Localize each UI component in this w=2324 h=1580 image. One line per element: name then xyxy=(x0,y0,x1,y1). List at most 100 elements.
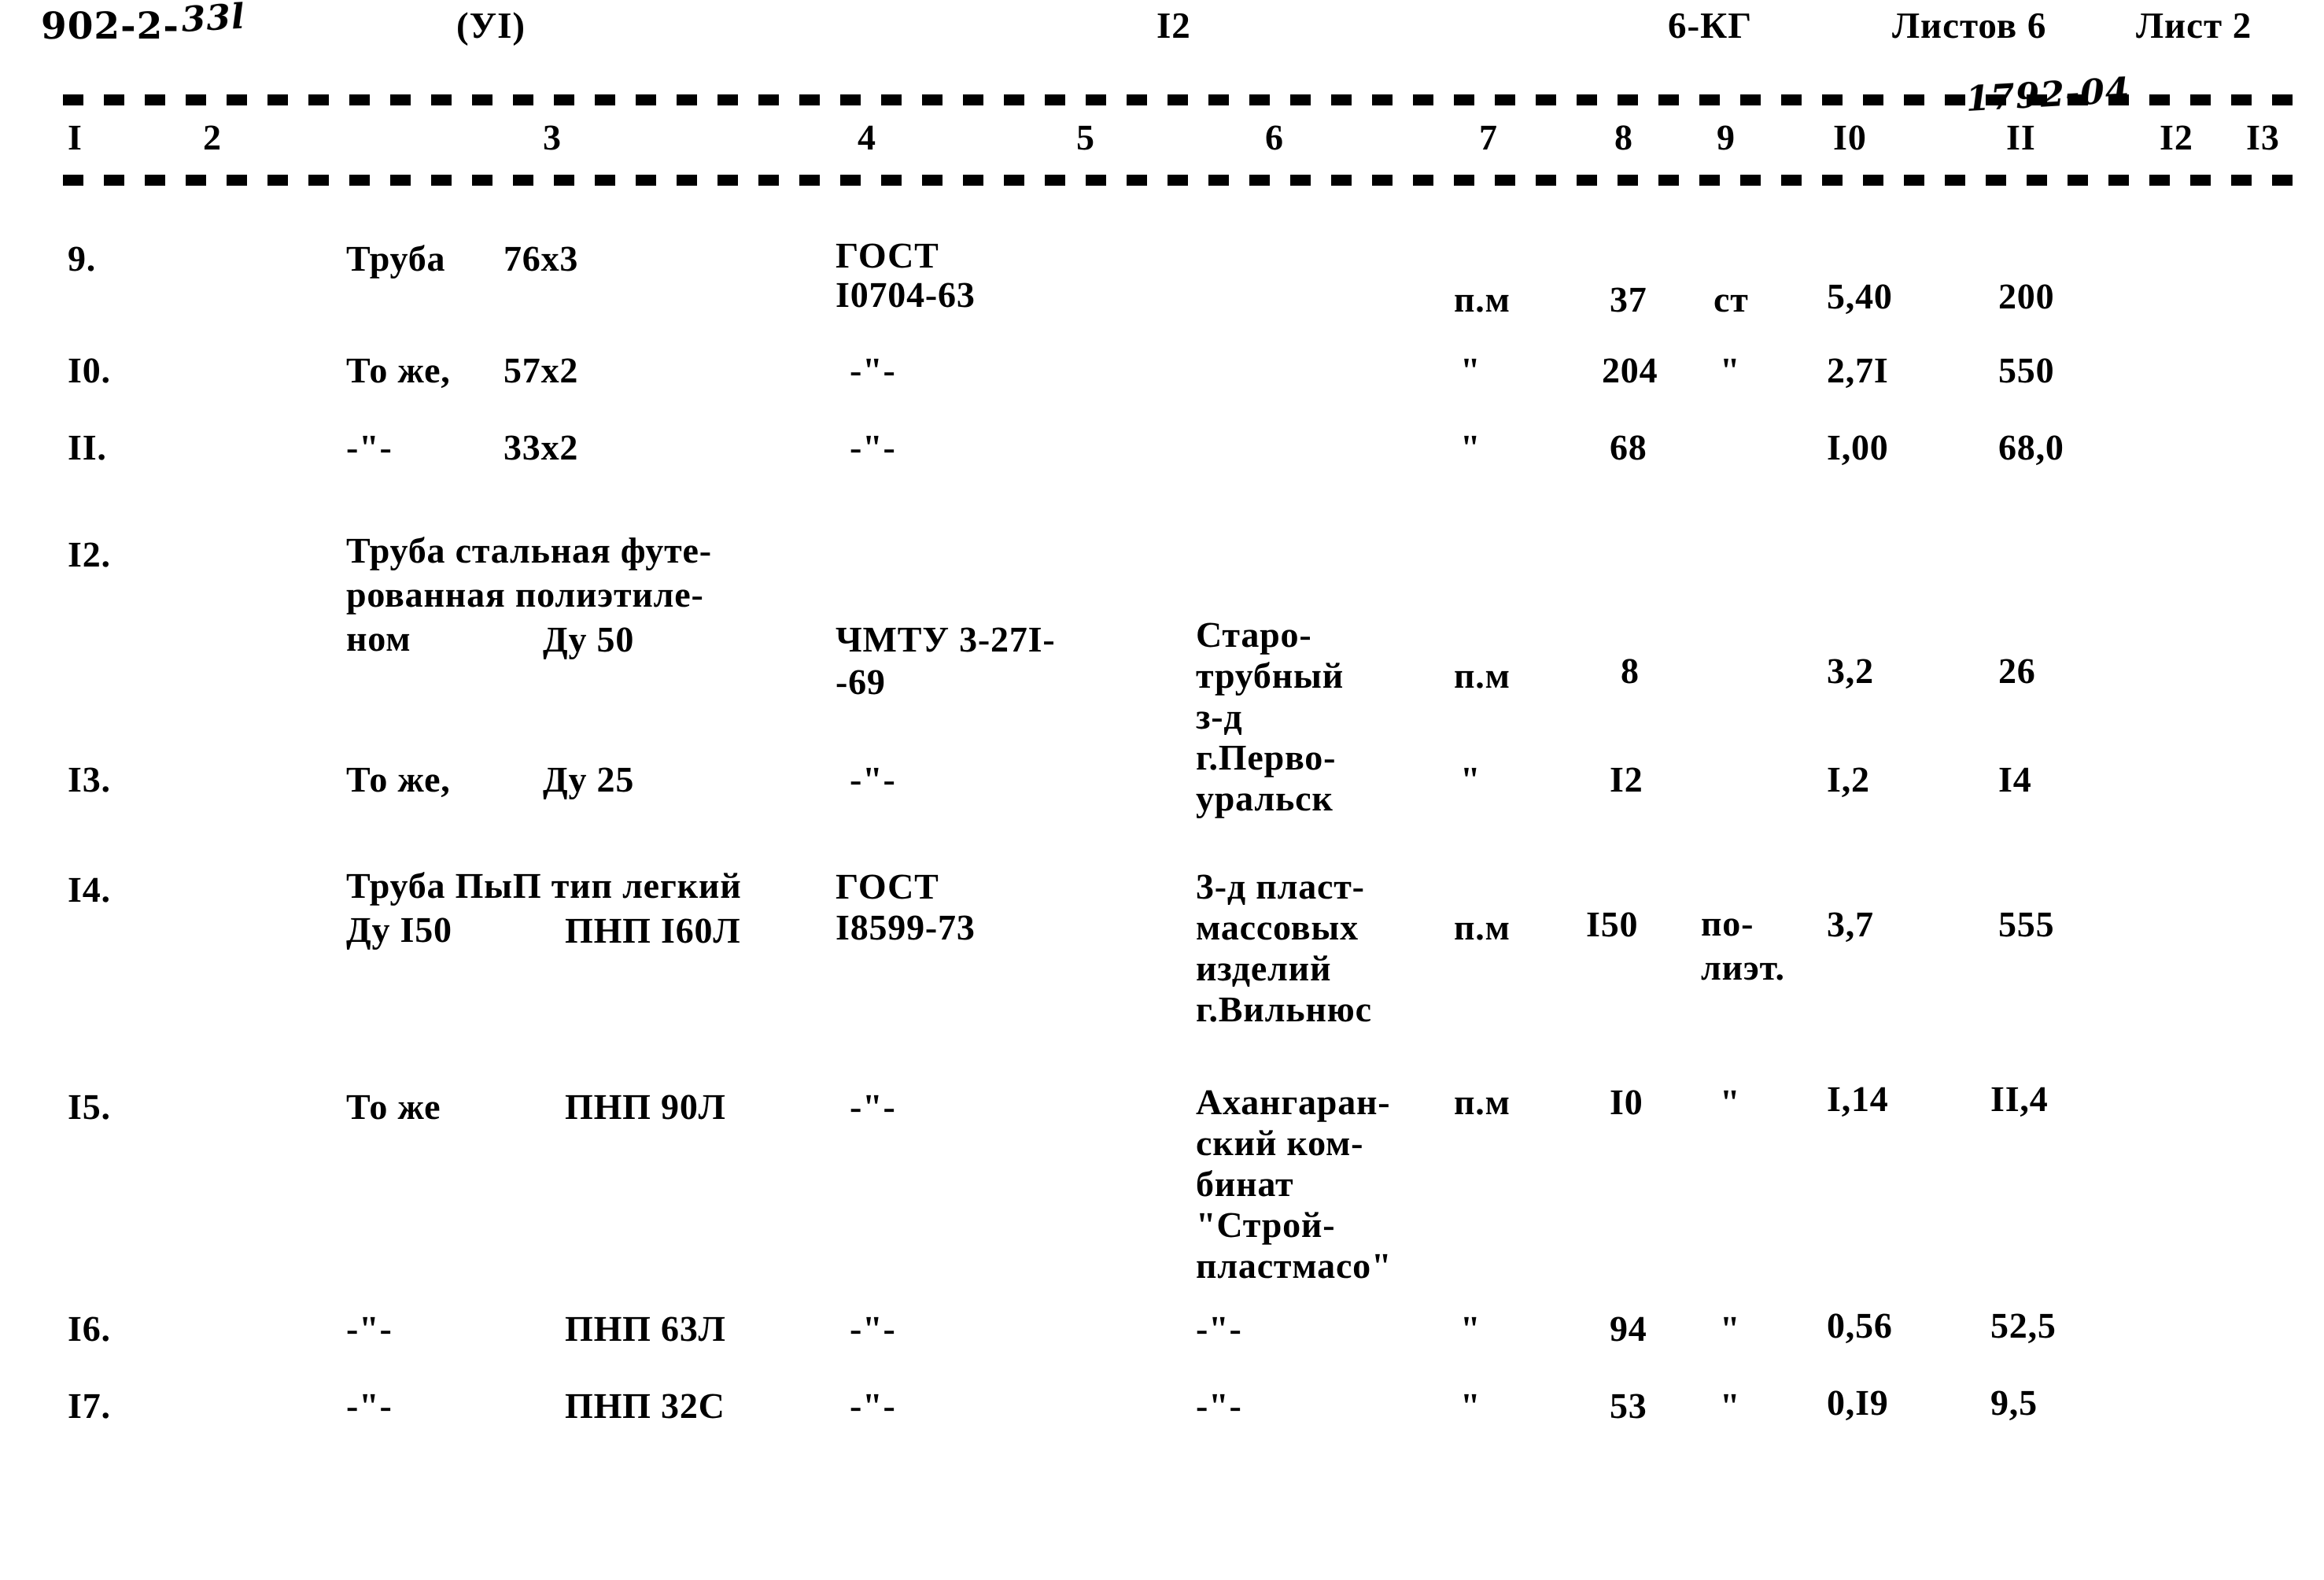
column-number-11: II xyxy=(2006,117,2036,157)
row-12-total-mass: 26 xyxy=(1998,651,2036,691)
row-10-name: То же, xyxy=(346,350,451,390)
column-number-6: 6 xyxy=(1265,117,1284,157)
row-12-standard-l2: -69 xyxy=(836,662,886,702)
series-code-handwritten: 33l xyxy=(180,0,246,40)
table-row: I0. xyxy=(68,350,111,390)
table-rule-top xyxy=(63,94,2297,105)
row-17-grade: ПНП 32С xyxy=(565,1386,725,1426)
row-17-name: -"- xyxy=(346,1386,393,1426)
row-9-material: ст xyxy=(1713,279,1749,319)
row-14-unit: п.м xyxy=(1454,907,1511,947)
row-16-material: " xyxy=(1720,1309,1741,1349)
column-number-12: I2 xyxy=(2160,117,2193,157)
row-12-supplier-l2: трубный xyxy=(1196,655,1345,696)
row-16-total-mass: 52,5 xyxy=(1990,1305,2057,1346)
column-number-9: 9 xyxy=(1717,117,1736,157)
row-10-size: 57х2 xyxy=(504,350,579,390)
row-12-standard-l1: ЧМТУ 3-27I- xyxy=(836,619,1056,659)
row-17-unit-mass: 0,I9 xyxy=(1827,1382,1889,1423)
row-14-total-mass: 555 xyxy=(1998,904,2055,944)
row-10-material: " xyxy=(1720,350,1741,390)
row-14-standard-l1: ГОСТ xyxy=(836,866,939,906)
row-9-name: Труба xyxy=(346,238,446,279)
row-15-grade: ПНП 90Л xyxy=(565,1087,726,1127)
row-17-unit: " xyxy=(1460,1386,1481,1426)
row-16-supplier: -"- xyxy=(1196,1309,1242,1349)
row-9-total-mass: 200 xyxy=(1998,276,2055,316)
sheet-label: Лист 2 xyxy=(2136,6,2252,46)
row-14-supplier-l1: 3-д пласт- xyxy=(1196,866,1365,906)
sheets-total-label: Листов 6 xyxy=(1892,6,2047,46)
row-9-size: 76х3 xyxy=(504,238,579,279)
row-11-standard: -"- xyxy=(850,427,896,467)
series-code-printed: 902-2- xyxy=(41,5,179,48)
row-15-supplier-l4: "Строй- xyxy=(1196,1205,1336,1245)
row-10-unit-mass: 2,7I xyxy=(1827,350,1889,390)
row-13-total-mass: I4 xyxy=(1998,759,2032,799)
table-row: I3. xyxy=(68,759,111,799)
row-14-supplier-l4: г.Вильнюс xyxy=(1196,989,1372,1029)
column-number-3: 3 xyxy=(543,117,562,157)
row-13-qty: I2 xyxy=(1610,759,1643,799)
column-number-1: I xyxy=(68,117,83,157)
row-13-name: То же, xyxy=(346,759,451,799)
row-14-grade: ПНП I60Л xyxy=(565,910,741,951)
table-row: I7. xyxy=(68,1386,111,1426)
row-12-size: Ду 50 xyxy=(543,619,635,659)
section-label: (УI) xyxy=(456,6,526,46)
table-rule-bottom xyxy=(63,175,2297,186)
row-13-unit-mass: I,2 xyxy=(1827,759,1870,799)
table-row: II. xyxy=(68,427,107,467)
column-number-2: 2 xyxy=(203,117,222,157)
row-12-supplier-l1: Старо- xyxy=(1196,615,1312,655)
column-number-5: 5 xyxy=(1076,117,1095,157)
row-16-grade: ПНП 63Л xyxy=(565,1309,726,1349)
row-14-qty: I50 xyxy=(1586,904,1639,944)
row-12-supplier-l3: з-д xyxy=(1196,696,1243,736)
row-10-qty: 204 xyxy=(1602,350,1658,390)
row-12-unit-mass: 3,2 xyxy=(1827,651,1874,691)
column-number-10: I0 xyxy=(1833,117,1867,157)
row-17-supplier: -"- xyxy=(1196,1386,1242,1426)
mark-label: 6-КГ xyxy=(1668,6,1753,46)
column-number-8: 8 xyxy=(1614,117,1633,157)
scanned-page: 902-2- 33l (УI) I2 6-КГ Листов 6 Лист 2 … xyxy=(0,0,2324,1580)
row-12-qty: 8 xyxy=(1621,651,1640,691)
table-row: I2. xyxy=(68,534,111,574)
row-12-name: Труба стальная футе- рованная полиэтиле-… xyxy=(346,530,712,659)
row-15-unit-mass: I,14 xyxy=(1827,1079,1889,1119)
table-row: I5. xyxy=(68,1087,111,1127)
row-16-unit: " xyxy=(1460,1309,1481,1349)
table-row: 9. xyxy=(68,238,97,279)
row-17-total-mass: 9,5 xyxy=(1990,1382,2038,1423)
row-15-total-mass: II,4 xyxy=(1990,1079,2049,1119)
row-15-material: " xyxy=(1720,1082,1741,1122)
row-13-standard: -"- xyxy=(850,759,896,799)
row-11-unit: " xyxy=(1460,427,1481,467)
row-15-unit: п.м xyxy=(1454,1082,1511,1122)
row-14-material: по- лиэт. xyxy=(1701,903,1785,988)
row-16-standard: -"- xyxy=(850,1309,896,1349)
row-17-material: " xyxy=(1720,1386,1741,1426)
row-11-unit-mass: I,00 xyxy=(1827,427,1889,467)
row-15-qty: I0 xyxy=(1610,1082,1643,1122)
row-10-unit: " xyxy=(1460,350,1481,390)
row-9-unit: п.м xyxy=(1454,279,1511,319)
row-9-unit-mass: 5,40 xyxy=(1827,276,1893,316)
row-14-supplier-l2: массовых xyxy=(1196,907,1359,947)
row-15-name: То же xyxy=(346,1087,441,1127)
row-16-qty: 94 xyxy=(1610,1309,1647,1349)
row-15-standard: -"- xyxy=(850,1087,896,1127)
row-11-size: 33х2 xyxy=(504,427,579,467)
row-16-name: -"- xyxy=(346,1309,393,1349)
row-11-total-mass: 68,0 xyxy=(1998,427,2064,467)
row-12-supplier-l4: г.Перво- xyxy=(1196,737,1337,777)
row-12-supplier-l5: уральск xyxy=(1196,778,1334,818)
row-11-qty: 68 xyxy=(1610,427,1647,467)
column-number-7: 7 xyxy=(1479,117,1498,157)
row-14-standard-l2: I8599-73 xyxy=(836,907,976,947)
row-17-standard: -"- xyxy=(850,1386,896,1426)
row-14-unit-mass: 3,7 xyxy=(1827,904,1874,944)
row-15-supplier-l2: ский ком- xyxy=(1196,1123,1364,1163)
row-12-unit: п.м xyxy=(1454,655,1511,696)
